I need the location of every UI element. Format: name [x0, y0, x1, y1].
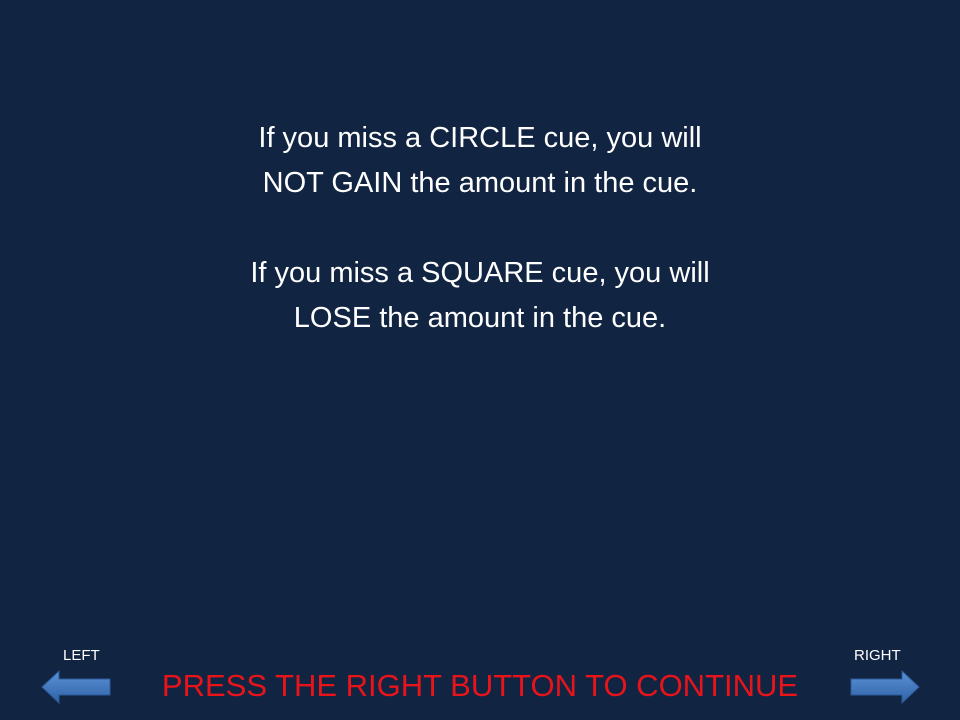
instruction-line: If you miss a SQUARE cue, you will — [250, 257, 710, 289]
continue-prompt: PRESS THE RIGHT BUTTON TO CONTINUE — [161, 668, 799, 703]
left-label: LEFT — [63, 647, 100, 664]
instruction-square-cue: If you miss a SQUARE cue, you will LOSE … — [0, 251, 960, 341]
instruction-line: NOT GAIN the amount in the cue. — [262, 167, 698, 199]
right-label: RIGHT — [854, 647, 901, 664]
instruction-slide: If you miss a CIRCLE cue, you will NOT G… — [0, 0, 960, 720]
instruction-line: If you miss a CIRCLE cue, you will — [258, 122, 702, 154]
instructions-text: If you miss a CIRCLE cue, you will NOT G… — [0, 116, 960, 341]
instruction-circle-cue: If you miss a CIRCLE cue, you will NOT G… — [0, 116, 960, 206]
instruction-line: LOSE the amount in the cue. — [293, 302, 667, 334]
